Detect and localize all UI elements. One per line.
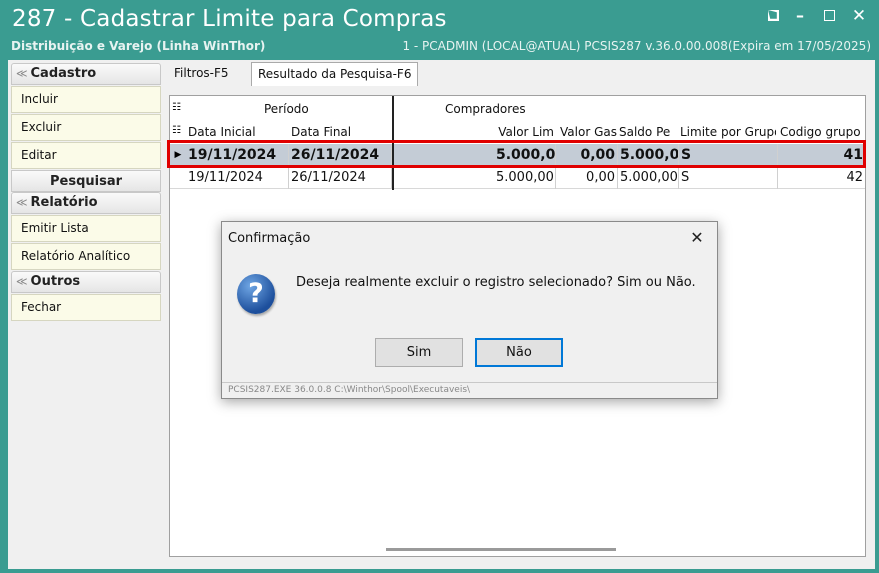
cell-saldo-pe: 5.000,0(: [618, 144, 679, 166]
window-subtitle: Distribuição e Varejo (Linha WinThor): [11, 39, 266, 53]
confirmation-dialog: Confirmação ✕ ? Deseja realmente excluir…: [221, 221, 718, 399]
horizontal-scrollbar[interactable]: [386, 548, 616, 551]
cell-valor-gas: 0,00: [556, 167, 618, 189]
cell-limite-grupo: S: [679, 144, 778, 166]
window-title: 287 - Cadastrar Limite para Compras: [12, 6, 447, 32]
question-icon: ?: [237, 274, 275, 314]
dialog-close-icon[interactable]: ✕: [687, 228, 707, 248]
chevron-collapse-icon: ≪: [16, 67, 28, 80]
sidebar-item-relatorio-analitico[interactable]: Relatório Analítico: [11, 243, 161, 270]
close-window-icon[interactable]: ✕: [849, 6, 869, 26]
sidebar-header-label: Outros: [30, 274, 81, 289]
cell-valor-gas: 0,00: [556, 144, 618, 166]
grid-menu-icon[interactable]: ☷: [172, 125, 181, 136]
sidebar-header-relatorio[interactable]: ≪ Relatório: [11, 192, 161, 214]
dialog-title: Confirmação: [228, 231, 311, 246]
minimize-icon[interactable]: –: [790, 6, 810, 26]
sidebar-item-incluir[interactable]: Incluir: [11, 86, 161, 113]
column-header-valor-lim[interactable]: Valor Lim: [496, 125, 554, 139]
sidebar-header-cadastro[interactable]: ≪ Cadastro: [11, 63, 161, 85]
chevron-collapse-icon: ≪: [16, 275, 28, 288]
sidebar-item-fechar[interactable]: Fechar: [11, 294, 161, 321]
column-header-saldo-pe[interactable]: Saldo Pe: [619, 125, 679, 139]
tab-filtros[interactable]: Filtros-F5: [168, 62, 235, 86]
sidebar-header-label: Cadastro: [30, 66, 97, 81]
column-header-limite-grupo[interactable]: Limite por Grupo: [680, 125, 776, 139]
dialog-message: Deseja realmente excluir o registro sele…: [296, 275, 696, 290]
cell-data-final: 26/11/2024: [289, 167, 392, 189]
cell-limite-grupo: S: [679, 167, 778, 189]
sidebar: ≪ Cadastro Incluir Excluir Editar Pesquis…: [11, 63, 161, 322]
chevron-collapse-icon: ≪: [16, 196, 28, 209]
tab-resultado-pesquisa[interactable]: Resultado da Pesquisa-F6: [251, 62, 419, 86]
session-info: 1 - PCADMIN (LOCAL@ATUAL) PCSIS287 v.36.…: [402, 39, 871, 53]
column-chooser-icon[interactable]: ☷: [172, 102, 181, 113]
cell-data-final: 26/11/2024: [289, 144, 392, 166]
table-row[interactable]: 19/11/2024 26/11/2024 5.000,00 0,00 5.00…: [170, 167, 865, 189]
column-header-codigo-grupo[interactable]: Codigo grupo: [780, 125, 862, 139]
sidebar-item-emitir-lista[interactable]: Emitir Lista: [11, 215, 161, 242]
grid-header: ☷ Período Compradores ☷ Data Inicial Dat…: [170, 96, 865, 142]
no-button[interactable]: Não: [475, 338, 563, 367]
column-header-data-final[interactable]: Data Final: [291, 125, 391, 139]
cell-codigo-grupo: 42: [846, 170, 863, 185]
column-group-divider: [392, 96, 394, 190]
group-header-periodo: Período: [264, 102, 309, 116]
table-row[interactable]: ▶ 19/11/2024 26/11/2024 5.000,0( 0,00 5.…: [170, 144, 865, 166]
maximize-icon[interactable]: [820, 6, 840, 26]
sidebar-header-label: Relatório: [30, 195, 98, 210]
column-header-data-inicial[interactable]: Data Inicial: [188, 125, 288, 139]
cell-valor-lim: 5.000,00: [494, 167, 556, 189]
sidebar-item-editar[interactable]: Editar: [11, 142, 161, 169]
cell-data-inicial: 19/11/2024: [186, 144, 289, 166]
restore-down-icon[interactable]: [764, 6, 784, 26]
sidebar-item-excluir[interactable]: Excluir: [11, 114, 161, 141]
column-header-valor-gas[interactable]: Valor Gas: [557, 125, 617, 139]
sidebar-header-outros[interactable]: ≪ Outros: [11, 271, 161, 293]
group-header-compradores: Compradores: [445, 102, 526, 116]
cell-valor-lim: 5.000,0(: [494, 144, 556, 166]
sidebar-item-pesquisar[interactable]: Pesquisar: [11, 170, 161, 192]
cell-saldo-pe: 5.000,00: [618, 167, 679, 189]
dialog-status-bar: PCSIS287.EXE 36.0.0.8 C:\Winthor\Spool\E…: [222, 382, 717, 398]
cell-codigo-grupo: 41: [843, 147, 863, 163]
cell-data-inicial: 19/11/2024: [186, 167, 289, 189]
yes-button[interactable]: Sim: [375, 338, 463, 367]
row-indicator-icon: ▶: [174, 150, 182, 160]
